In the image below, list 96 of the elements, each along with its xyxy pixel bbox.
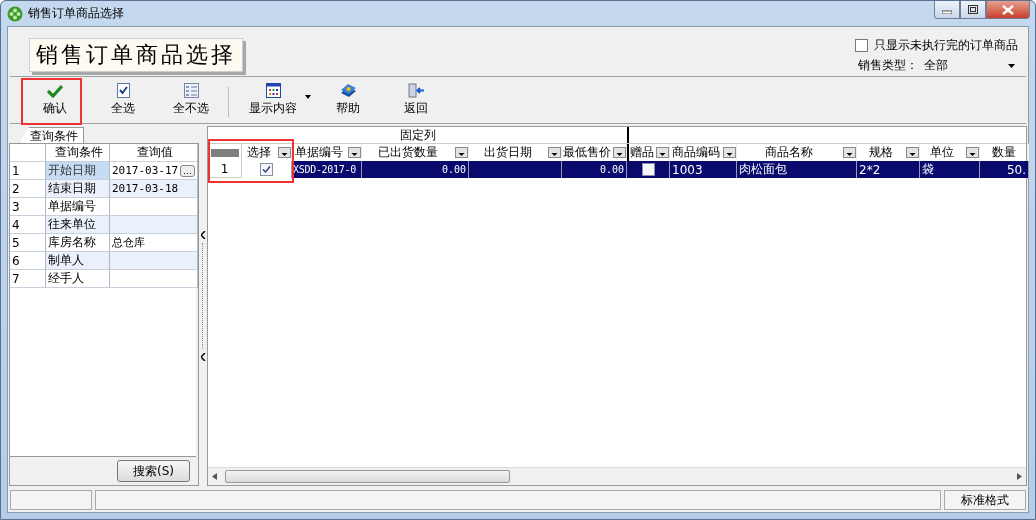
filter-dropdown-icon[interactable] xyxy=(613,147,626,158)
caret-icon[interactable] xyxy=(305,95,311,99)
value-cell[interactable] xyxy=(110,252,198,270)
dropdown-arrow-icon[interactable] xyxy=(1008,63,1015,68)
filter-dropdown-icon[interactable] xyxy=(656,147,669,158)
maximize-icon xyxy=(968,5,978,14)
row-number: 3 xyxy=(10,198,46,216)
row-number: 5 xyxy=(10,234,46,252)
group-header: 固定列 xyxy=(398,127,437,143)
toolbar-button[interactable]: 返回 xyxy=(385,77,447,123)
scroll-right-icon[interactable] xyxy=(1017,473,1022,480)
exit-door-icon xyxy=(407,83,425,98)
book-icon xyxy=(339,83,357,98)
row-number: 2 xyxy=(10,180,46,198)
filter-dropdown-icon[interactable] xyxy=(278,147,291,158)
checkmark-icon xyxy=(47,83,63,98)
form-title: 销售订单商品选择 xyxy=(29,38,243,72)
condition-name[interactable]: 库房名称 xyxy=(46,234,110,252)
value-cell[interactable]: 2017-03-18 xyxy=(110,180,198,198)
toolbar-button[interactable]: 帮助 xyxy=(317,77,379,123)
condition-name[interactable]: 单据编号 xyxy=(46,198,110,216)
horizontal-scrollbar[interactable] xyxy=(208,467,1026,485)
status-text: 标准格式 xyxy=(961,491,1009,509)
filter-dropdown-icon[interactable] xyxy=(723,147,736,158)
value-cell[interactable] xyxy=(110,270,198,288)
checkbox[interactable] xyxy=(855,39,868,52)
row-number: 4 xyxy=(10,216,46,234)
value-cell[interactable]: 2017-03-17 … xyxy=(110,162,198,180)
filter-dropdown-icon[interactable] xyxy=(906,147,919,158)
column-header[interactable]: 单据编号 xyxy=(292,144,346,161)
toolbar-button[interactable]: 全不选 xyxy=(160,77,222,123)
table-cell: 1003 xyxy=(670,161,737,178)
column-header: 查询值 xyxy=(110,144,198,162)
column-header[interactable]: 规格 xyxy=(857,144,904,161)
close-icon xyxy=(1002,4,1014,15)
toolbar-button[interactable]: 确认 xyxy=(24,77,86,123)
column-header[interactable]: 选择 xyxy=(242,144,276,161)
column-header[interactable]: 出货日期 xyxy=(469,144,546,161)
condition-name[interactable]: 制单人 xyxy=(46,252,110,270)
table-cell: XSDD-2017-0 xyxy=(292,161,362,178)
filter-dropdown-icon[interactable] xyxy=(548,147,561,158)
condition-name[interactable]: 开始日期 xyxy=(46,162,110,180)
condition-name[interactable]: 结束日期 xyxy=(46,180,110,198)
app-icon xyxy=(7,5,23,22)
table-cell: 肉松面包 xyxy=(737,161,857,178)
list-icon xyxy=(183,83,199,98)
checkbox[interactable] xyxy=(260,163,273,176)
record-selector-icon xyxy=(210,148,239,157)
value-cell[interactable]: 总仓库 xyxy=(110,234,198,252)
filter-dropdown-icon[interactable] xyxy=(455,147,468,158)
maximize-button[interactable] xyxy=(960,1,986,19)
table-cell: 袋 xyxy=(920,161,980,178)
row-number: 7 xyxy=(10,270,46,288)
picker-button[interactable]: … xyxy=(180,164,195,177)
toolbar-button[interactable]: 显示内容 xyxy=(235,77,311,123)
value-cell[interactable] xyxy=(110,216,198,234)
query-tab[interactable]: 查询条件 xyxy=(19,127,84,143)
checked-document-icon xyxy=(116,83,130,98)
column-header[interactable]: 已出货数量 xyxy=(362,144,453,161)
column-header[interactable]: 数量 xyxy=(980,144,1028,161)
condition-value: 2017-03-17 xyxy=(112,164,179,177)
filter-dropdown-icon[interactable] xyxy=(966,147,979,158)
column-header[interactable]: 最低售价 xyxy=(562,144,611,161)
column-header[interactable]: 赠品 xyxy=(629,144,654,161)
calendar-icon xyxy=(265,83,281,98)
search-button[interactable]: 搜索(S) xyxy=(117,460,190,482)
highlight-frame xyxy=(21,78,82,125)
column-header[interactable]: 商品编码 xyxy=(670,144,721,161)
column-header[interactable]: 单位 xyxy=(920,144,964,161)
condition-value: 2017-03-18 xyxy=(112,182,179,195)
condition-name[interactable]: 往来单位 xyxy=(46,216,110,234)
table-cell: 0.00 xyxy=(562,161,627,178)
condition-name[interactable]: 经手人 xyxy=(46,270,110,288)
row-number: 1 xyxy=(10,162,46,180)
filter-dropdown-icon[interactable] xyxy=(348,147,361,158)
scrollbar-thumb[interactable] xyxy=(225,470,510,483)
row-number: 6 xyxy=(10,252,46,270)
table-cell: 0.00 xyxy=(362,161,469,178)
header-cell xyxy=(10,144,46,162)
checkbox[interactable] xyxy=(641,163,655,176)
scroll-left-icon[interactable] xyxy=(212,473,217,480)
table-cell: 2*2 xyxy=(857,161,920,178)
column-header[interactable]: 商品名称 xyxy=(737,144,841,161)
sales-type-dropdown[interactable]: 全部 xyxy=(922,57,1016,74)
value-cell[interactable] xyxy=(110,198,198,216)
close-button[interactable] xyxy=(986,1,1030,19)
condition-value: 总仓库 xyxy=(112,235,145,250)
toolbar-button[interactable]: 全选 xyxy=(92,77,154,123)
column-header: 查询条件 xyxy=(46,144,110,162)
minimize-button[interactable] xyxy=(934,1,960,19)
window-title: 销售订单商品选择 xyxy=(28,5,124,22)
filter-dropdown-icon[interactable] xyxy=(843,147,856,158)
table-cell: 50. xyxy=(980,161,1029,178)
row-number: 1 xyxy=(208,161,242,178)
splitter[interactable] xyxy=(199,231,207,361)
sales-type-label: 销售类型： xyxy=(858,57,918,74)
